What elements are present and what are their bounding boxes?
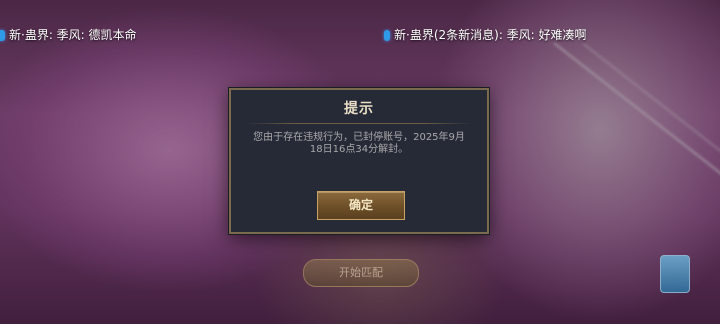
dialog-title: 提示 [344,101,374,117]
chat-bubble-icon [384,29,390,41]
chat-bubble-icon [0,29,5,41]
side-badge-icon [660,255,690,293]
chat-message-right[interactable]: 新·蛊界(2条新消息): 季风: 好难凑啊 [384,27,587,43]
chat-message-left[interactable]: 新·蛊界: 季风: 德凯本命 [0,27,137,43]
confirm-button[interactable]: 确定 [317,191,405,220]
dialog-divider [247,123,471,124]
dialog-message: 您由于存在违规行为，已封停账号，2025年9月18日16点34分解封。 [253,132,465,155]
chat-message-text: 新·蛊界(2条新消息): 季风: 好难凑啊 [394,28,587,42]
background-match-button: 开始匹配 [303,259,419,287]
notice-dialog: 提示 您由于存在违规行为，已封停账号，2025年9月18日16点34分解封。 确… [229,88,489,234]
chat-message-text: 新·蛊界: 季风: 德凯本命 [9,28,137,42]
